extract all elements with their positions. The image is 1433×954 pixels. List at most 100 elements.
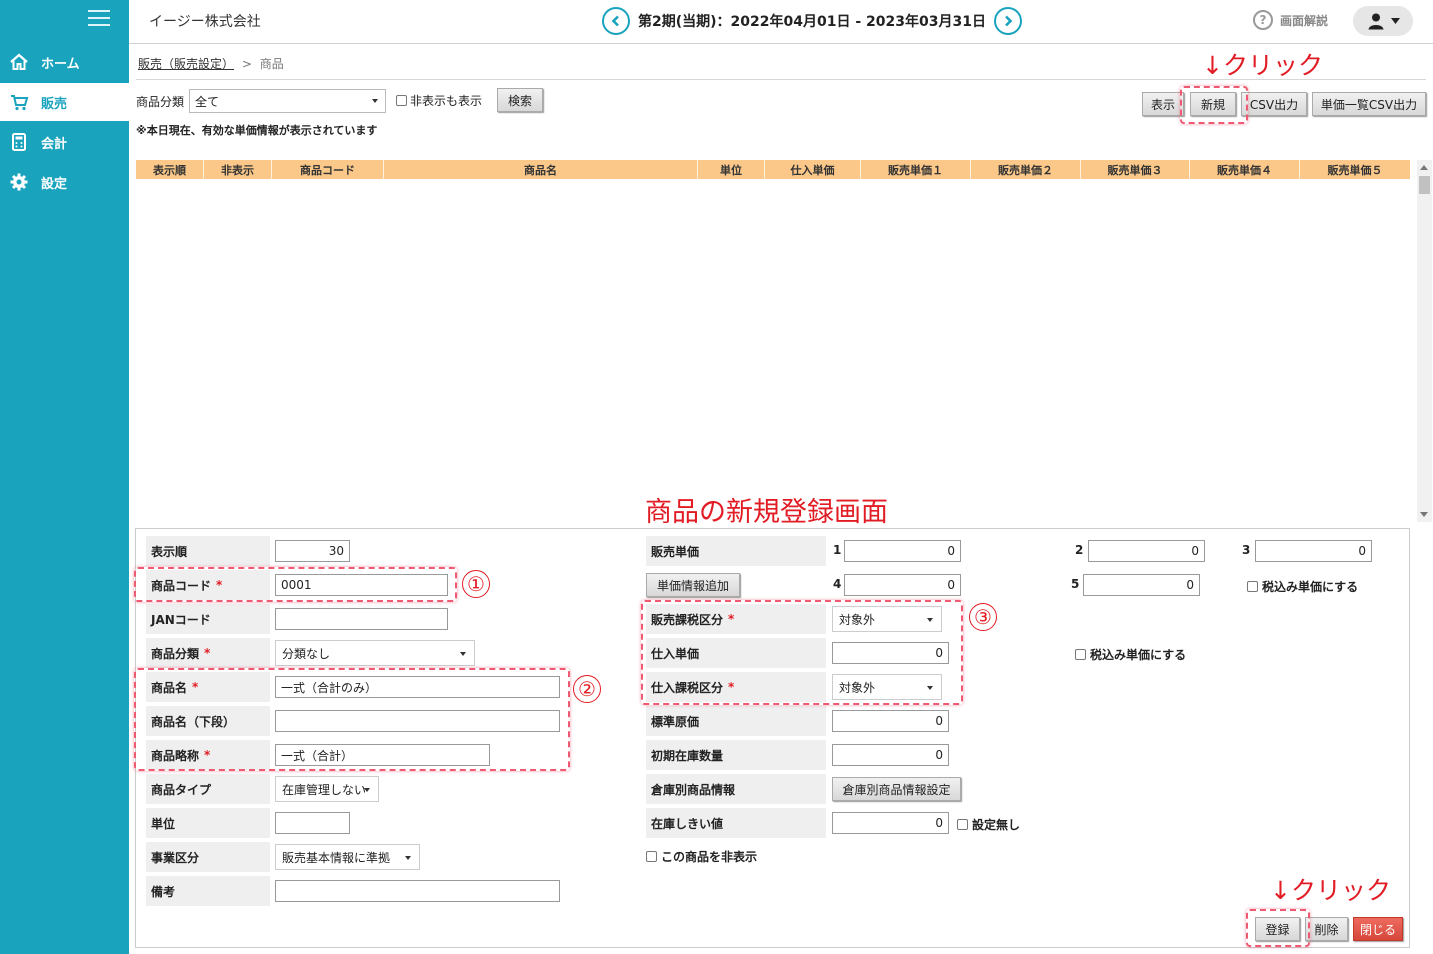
table-scrollbar[interactable] [1417, 160, 1432, 522]
sale-price-4-input[interactable]: 0 [844, 574, 961, 596]
scroll-up-icon[interactable] [1420, 165, 1428, 170]
show-hidden-label: 非表示も表示 [410, 94, 483, 108]
remarks-input[interactable] [275, 880, 560, 902]
annotation-number-3: ③ [969, 603, 997, 631]
warehouse-settings-button[interactable]: 倉庫別商品情報設定 [832, 777, 961, 801]
help-label: 画面解説 [1280, 13, 1329, 28]
user-menu-button[interactable] [1353, 6, 1413, 36]
column-header[interactable]: 販売単価４ [1190, 160, 1300, 179]
standard-cost-label: 標準原価 [646, 706, 826, 736]
click-annotation-bottom: ↓クリック [1270, 876, 1391, 905]
purchase-tax-label: 仕入課税区分 * [646, 672, 826, 702]
sidebar-item-home[interactable]: ホーム [0, 43, 129, 81]
hide-product-option: この商品を非表示 [646, 848, 757, 865]
sale-price-1-input[interactable]: 0 [844, 540, 961, 562]
next-period-button[interactable] [993, 7, 1022, 35]
breadcrumb-parent-link[interactable]: 販売（販売設定） [138, 57, 234, 71]
menu-icon[interactable] [88, 10, 110, 28]
new-button[interactable]: 新規 [1190, 92, 1236, 116]
purchase-price-label: 仕入単価 [646, 638, 826, 668]
question-icon: ? [1253, 10, 1273, 30]
label-text: 商品タイプ [151, 782, 212, 797]
hide-product-checkbox[interactable] [646, 851, 657, 862]
product-name-input[interactable]: 一式（合計のみ） [275, 676, 560, 698]
scroll-thumb[interactable] [1419, 176, 1430, 194]
column-header[interactable]: 仕入単価 [765, 160, 861, 179]
sale-price-2-input[interactable]: 0 [1088, 540, 1205, 562]
close-button[interactable]: 閉じる [1353, 917, 1403, 941]
product-type-select[interactable]: 在庫管理しない [275, 776, 379, 802]
search-button[interactable]: 検索 [497, 88, 543, 112]
sidebar-item-sales[interactable]: 販売 [0, 83, 129, 121]
no-threshold-checkbox[interactable] [957, 819, 968, 830]
select-value: 対象外 [839, 680, 876, 695]
breadcrumb-separator: > [241, 57, 252, 71]
label-text: 倉庫別商品情報 [651, 782, 736, 797]
label-text: 仕入単価 [651, 646, 700, 661]
category-select[interactable]: 分類なし [275, 640, 475, 666]
label-text: 商品分類 [151, 646, 200, 661]
tax-included-purchase-checkbox[interactable] [1075, 649, 1086, 660]
display-order-input[interactable]: 30 [275, 540, 350, 562]
select-value: 対象外 [839, 612, 876, 627]
standard-cost-input[interactable]: 0 [832, 710, 949, 732]
help-button[interactable]: ? 画面解説 [1253, 10, 1328, 30]
column-header[interactable]: 表示順 [136, 160, 204, 179]
price-index: 3 [1242, 543, 1251, 557]
label-text: 単位 [151, 816, 176, 831]
scroll-down-icon[interactable] [1420, 512, 1428, 517]
initial-stock-input[interactable]: 0 [832, 744, 949, 766]
label-text: 在庫しきい値 [651, 816, 724, 831]
jan-code-input[interactable] [275, 608, 448, 630]
user-icon [1368, 13, 1383, 30]
purchase-tax-select[interactable]: 対象外 [832, 674, 942, 700]
product-name-lower-input[interactable] [275, 710, 560, 732]
sale-tax-select[interactable]: 対象外 [832, 606, 942, 632]
column-header[interactable]: 非表示 [204, 160, 272, 179]
select-value: 分類なし [282, 646, 331, 661]
label-text: 仕入課税区分 [651, 680, 724, 695]
column-header[interactable]: 販売単価２ [971, 160, 1081, 179]
required-mark: * [728, 680, 735, 694]
product-code-input[interactable]: 0001 [275, 574, 448, 596]
column-header[interactable]: 販売単価５ [1300, 160, 1410, 179]
show-hidden-option: 非表示も表示 [396, 92, 482, 109]
short-name-input[interactable]: 一式（合計） [275, 744, 490, 766]
label-text: 事業区分 [151, 850, 200, 865]
sidebar-item-settings[interactable]: 設定 [0, 163, 129, 201]
add-price-info-button[interactable]: 単価情報追加 [646, 573, 740, 597]
annotation-number-1: ① [462, 570, 490, 598]
category-filter-value: 全て [195, 94, 220, 109]
business-category-select[interactable]: 販売基本情報に準拠 [275, 844, 420, 870]
click-annotation-top: ↓クリック [1202, 51, 1323, 80]
tax-included-sale-option: 税込み単価にする [1247, 578, 1358, 595]
period-label: 第2期(当期)：2022年04月01日 - 2023年03月31日 [638, 14, 986, 30]
sale-price-3-input[interactable]: 0 [1255, 540, 1372, 562]
column-header[interactable]: 販売単価１ [861, 160, 971, 179]
csv-export-button[interactable]: CSV出力 [1241, 92, 1307, 116]
show-hidden-checkbox[interactable] [396, 95, 407, 106]
column-header[interactable]: 商品コード [272, 160, 384, 179]
column-header[interactable]: 商品名 [384, 160, 698, 179]
delete-button[interactable]: 削除 [1305, 917, 1348, 941]
column-header[interactable]: 単位 [698, 160, 765, 179]
category-filter-select[interactable]: 全て [189, 89, 386, 113]
label-text: 商品名 [151, 680, 188, 695]
caret-down-icon [1390, 18, 1400, 24]
sale-price-5-input[interactable]: 0 [1083, 574, 1200, 596]
stock-threshold-label: 在庫しきい値 [646, 808, 826, 838]
stock-threshold-input[interactable]: 0 [832, 812, 949, 834]
register-button[interactable]: 登録 [1255, 917, 1300, 941]
tax-included-sale-checkbox[interactable] [1247, 581, 1258, 592]
price-list-csv-button[interactable]: 単価一覧CSV出力 [1312, 92, 1426, 116]
sidebar-item-label: ホーム [41, 56, 80, 72]
unit-input[interactable] [275, 812, 350, 834]
calculator-icon [9, 132, 29, 152]
column-header[interactable]: 販売単価３ [1081, 160, 1190, 179]
show-button[interactable]: 表示 [1142, 92, 1184, 116]
sidebar-item-accounting[interactable]: 会計 [0, 123, 129, 161]
caret-down-icon [460, 652, 466, 656]
prev-period-button[interactable] [602, 7, 630, 35]
checkbox-label: 税込み単価にする [1262, 580, 1359, 594]
purchase-price-input[interactable]: 0 [832, 642, 949, 664]
